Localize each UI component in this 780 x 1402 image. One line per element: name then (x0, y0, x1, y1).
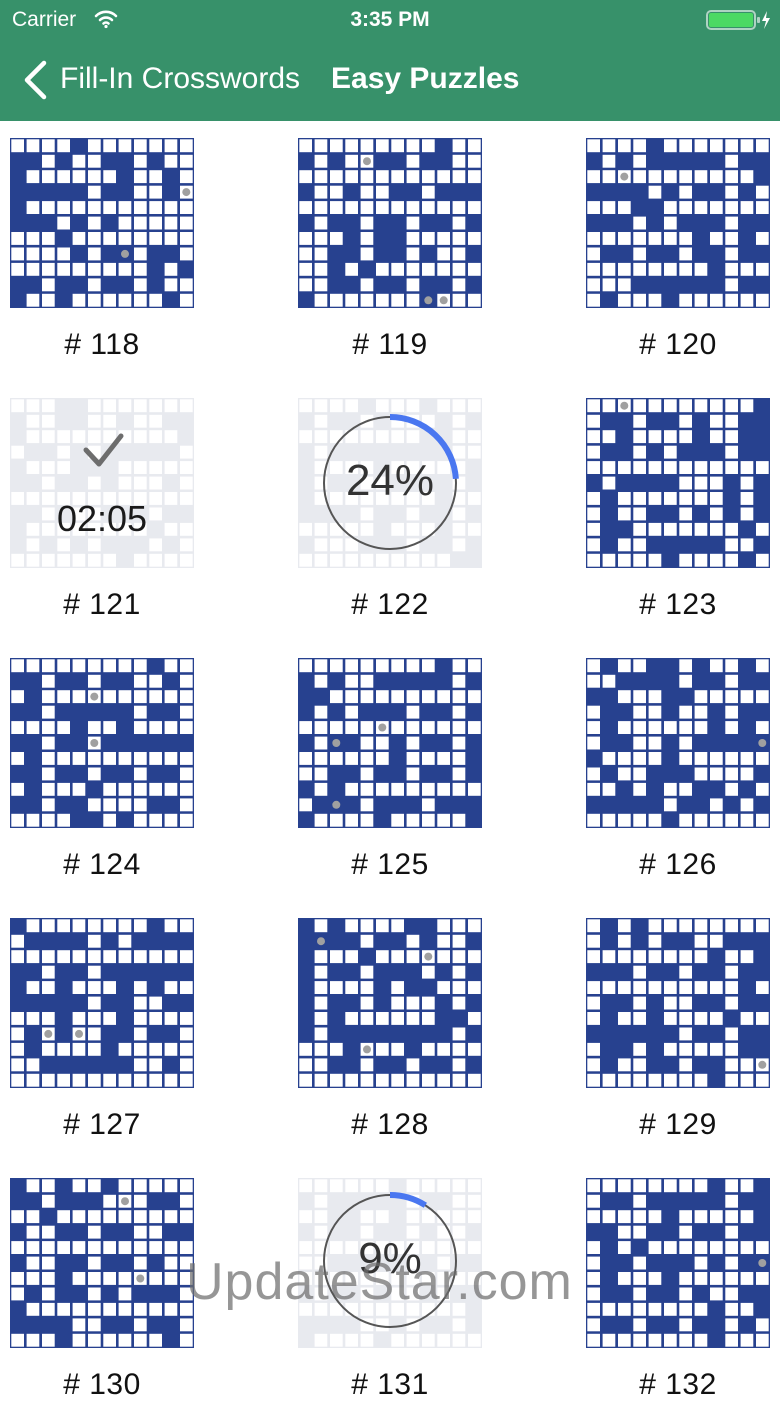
puzzle-tile[interactable]: # 120 (586, 138, 770, 361)
page-title: Easy Puzzles (331, 62, 520, 95)
watermark-text: UpdateStar.com (186, 1253, 573, 1311)
puzzle-number-label: # 124 (63, 848, 141, 881)
puzzle-thumbnail (10, 658, 194, 828)
puzzle-thumbnail (586, 658, 770, 828)
puzzle-tile[interactable]: # 119 (298, 138, 482, 361)
puzzle-number-label: # 122 (351, 588, 429, 621)
battery-icon (706, 9, 774, 36)
navigation-bar: Fill-In Crosswords Easy Puzzles (0, 40, 780, 121)
puzzle-tile[interactable]: # 118 (10, 138, 194, 361)
puzzle-tile[interactable]: # 132 (586, 1178, 770, 1401)
checkmark-icon (83, 433, 124, 467)
puzzle-thumbnail (10, 1178, 194, 1348)
puzzle-thumbnail (586, 918, 770, 1088)
puzzle-thumbnail (10, 918, 194, 1088)
puzzle-tile[interactable]: # 124 (10, 658, 194, 881)
puzzle-number-label: # 127 (63, 1108, 141, 1141)
puzzle-tile[interactable]: # 123 (586, 398, 770, 621)
completed-overlay: 02:05 (10, 398, 194, 568)
puzzle-thumbnail (298, 658, 482, 828)
completion-time: 02:05 (56, 498, 148, 539)
puzzle-tile[interactable]: # 125 (298, 658, 482, 881)
puzzle-tile[interactable]: 02:05 # 121 (10, 398, 194, 621)
puzzle-number-label: # 120 (639, 328, 717, 361)
puzzle-thumbnail (586, 138, 770, 308)
puzzle-tile[interactable]: # 128 (298, 918, 482, 1141)
puzzle-number-label: # 129 (639, 1108, 717, 1141)
puzzle-grid: # 118 # 119 # 120 02:05 # 121 24% # 122 # 123 # … (0, 121, 780, 1401)
back-button[interactable]: Fill-In Crosswords (60, 62, 300, 96)
puzzle-number-label: # 125 (351, 848, 429, 881)
puzzle-number-label: # 121 (63, 588, 141, 621)
progress-percent: 24% (345, 456, 435, 505)
puzzle-tile[interactable]: 24% # 122 (298, 398, 482, 621)
puzzle-thumbnail (586, 1178, 770, 1348)
puzzle-number-label: # 118 (64, 328, 140, 361)
puzzle-thumbnail (298, 138, 482, 308)
puzzle-number-label: # 130 (63, 1368, 141, 1401)
puzzle-number-label: # 131 (351, 1368, 429, 1401)
puzzle-thumbnail (586, 398, 770, 568)
puzzle-tile[interactable]: # 130 (10, 1178, 194, 1401)
status-bar: Carrier 3:35 PM (0, 0, 780, 40)
puzzle-number-label: # 123 (639, 588, 717, 621)
puzzle-tile[interactable]: # 129 (586, 918, 770, 1141)
chevron-left-icon[interactable] (20, 60, 50, 105)
puzzle-tile[interactable]: # 127 (10, 918, 194, 1141)
puzzle-number-label: # 119 (352, 328, 428, 361)
puzzle-number-label: # 132 (639, 1368, 717, 1401)
progress-overlay: 24% (298, 398, 482, 568)
app-header: Carrier 3:35 PM Fill-In Crosswords Easy … (0, 0, 780, 121)
puzzle-thumbnail (298, 918, 482, 1088)
puzzle-number-label: # 128 (351, 1108, 429, 1141)
puzzle-tile[interactable]: # 126 (586, 658, 770, 881)
status-time: 3:35 PM (350, 8, 430, 31)
puzzle-number-label: # 126 (639, 848, 717, 881)
puzzle-thumbnail (10, 138, 194, 308)
